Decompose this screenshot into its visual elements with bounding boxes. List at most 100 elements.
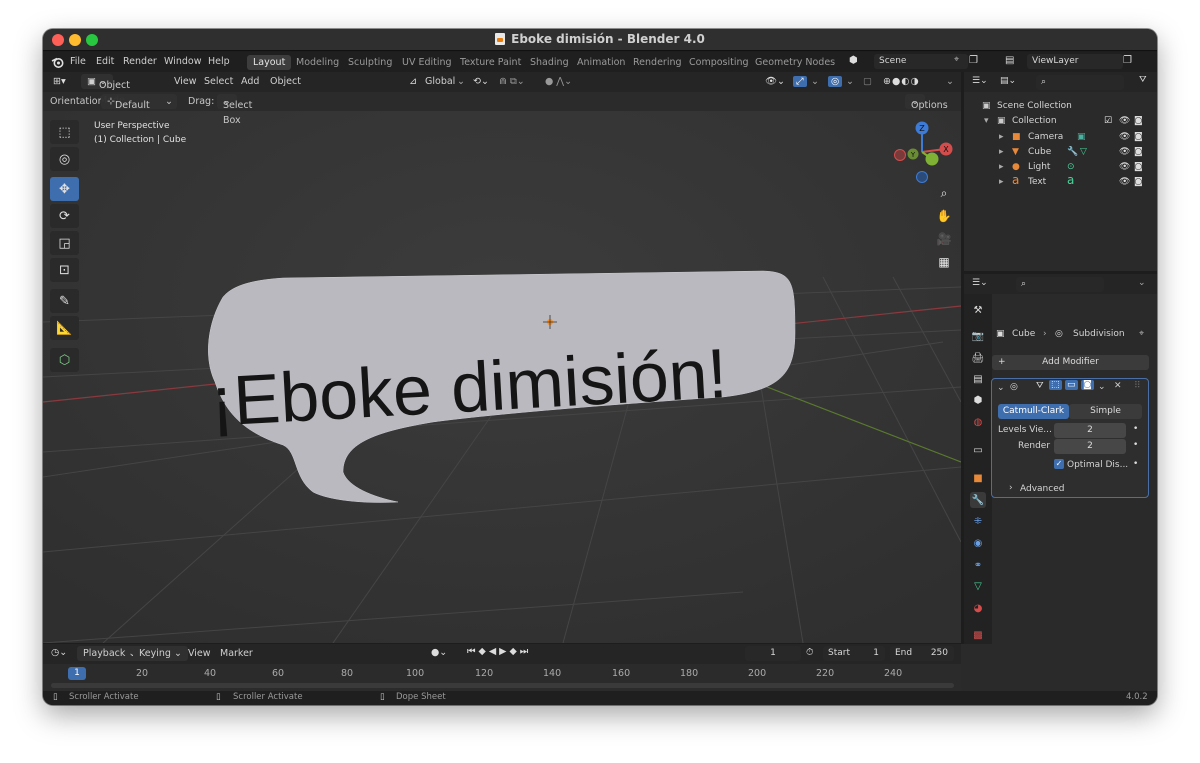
particles-tab-icon[interactable]: ⁜	[970, 513, 986, 529]
outliner-item-text[interactable]: ▸ a Text a 👁 ◙	[964, 173, 1157, 190]
physics-tab-icon[interactable]: ◉	[970, 535, 986, 551]
zoom-icon[interactable]: ⌕	[933, 182, 955, 204]
chevron-right-icon[interactable]: ▸	[999, 145, 1004, 160]
chevron-down-icon[interactable]: ⌄	[1138, 278, 1146, 288]
keyframe-dot-icon[interactable]: •	[1133, 459, 1138, 469]
snap-icon[interactable]: ⋒ ⧉⌄	[499, 76, 525, 87]
chevron-right-icon[interactable]: ›	[1009, 483, 1013, 493]
menu-help[interactable]: Help	[208, 56, 230, 67]
levels-viewport-field[interactable]: 2	[1054, 423, 1126, 438]
editor-type-icon[interactable]: ⊞▾	[53, 76, 66, 87]
transform-orientation-dropdown[interactable]: Global	[425, 76, 455, 87]
record-icon[interactable]: ●⌄	[431, 647, 447, 658]
eye-icon[interactable]: 👁	[1119, 114, 1130, 129]
cursor-tool[interactable]: ◎	[50, 147, 79, 171]
end-frame-field[interactable]: End 250	[890, 646, 954, 661]
material-tab-icon[interactable]: ◕	[970, 600, 986, 616]
filter-icon[interactable]: ⛛	[1139, 75, 1147, 85]
keyframe-dot-icon[interactable]: •	[1133, 440, 1138, 450]
outliner-collection[interactable]: ▾ ▣ Collection ☑ 👁 ◙	[964, 114, 1157, 129]
render-tab-icon[interactable]: 📷	[970, 328, 986, 344]
properties-editor-icon[interactable]: ☰⌄	[972, 278, 988, 288]
pin-icon[interactable]: ⌖	[954, 55, 959, 65]
menu-window[interactable]: Window	[164, 56, 201, 67]
tab-modeling[interactable]: Modeling	[296, 57, 339, 68]
vp-menu-object[interactable]: Object	[270, 76, 301, 87]
scale-tool[interactable]: ◲	[50, 231, 79, 255]
pan-hand-icon[interactable]: ✋	[933, 205, 955, 227]
timeline-scrollbar[interactable]	[51, 683, 954, 688]
outliner-item-light[interactable]: ▸ ● Light ⊙ 👁 ◙	[964, 160, 1157, 175]
outliner-editor-icon[interactable]: ☰⌄	[972, 76, 988, 86]
eye-icon[interactable]: 👁	[1119, 130, 1130, 145]
timeline-editor-icon[interactable]: ◷⌄	[51, 647, 67, 658]
3d-viewport[interactable]: ¡Eboke dimisión! ⊞▾ ▣ Object Mode ⌄ View…	[43, 72, 961, 643]
shading-modes-icon[interactable]: ⊕●◐◑	[883, 76, 920, 87]
keyframe-dot-icon[interactable]: •	[1133, 424, 1138, 434]
menu-render[interactable]: Render	[123, 56, 157, 67]
tab-texture-paint[interactable]: Texture Paint	[460, 57, 521, 68]
scene-tab-icon[interactable]: ⬢	[970, 392, 986, 408]
tool-tab-icon[interactable]: ⚒	[970, 302, 986, 318]
camera-view-icon[interactable]: 🎥	[933, 228, 955, 250]
outliner-scene-collection[interactable]: ▣ Scene Collection	[964, 99, 1157, 114]
transform-tool[interactable]: ⊡	[50, 258, 79, 282]
new-scene-icon[interactable]: ❐	[969, 55, 978, 66]
optimal-display-checkbox[interactable]: ✓	[1054, 459, 1064, 469]
options-dropdown[interactable]: Options ⌄	[905, 94, 948, 111]
tab-rendering[interactable]: Rendering	[633, 57, 682, 68]
menu-file[interactable]: File	[70, 56, 86, 67]
catmull-clark-tab[interactable]: Catmull-Clark	[998, 404, 1069, 419]
render-levels-field[interactable]: 2	[1054, 439, 1126, 454]
gizmo-toggle-icon[interactable]: ⤢	[793, 76, 807, 87]
constraints-tab-icon[interactable]: ⚭	[970, 557, 986, 573]
simple-tab[interactable]: Simple	[1069, 404, 1142, 419]
data-tab-icon[interactable]: ▽	[970, 578, 986, 594]
render-camera-icon[interactable]: ◙	[1134, 130, 1143, 145]
new-view-layer-icon[interactable]: ❐	[1123, 55, 1132, 66]
measure-tool[interactable]: 📐	[50, 316, 79, 340]
playback-controls-icon[interactable]: ⏮◆◀▶◆⏭	[467, 646, 531, 657]
chevron-down-icon[interactable]: ⌄	[811, 76, 819, 87]
eye-icon[interactable]: 👁	[1119, 175, 1130, 190]
tab-layout[interactable]: Layout	[247, 55, 292, 70]
pivot-icon[interactable]: ⟲⌄	[473, 76, 489, 87]
advanced-subpanel[interactable]: Advanced	[1020, 484, 1064, 494]
vp-menu-select[interactable]: Select	[204, 76, 233, 87]
add-cube-tool[interactable]: ⬡	[50, 348, 79, 372]
tab-geometry-nodes[interactable]: Geometry Nodes	[755, 57, 835, 68]
tab-animation[interactable]: Animation	[577, 57, 625, 68]
outliner-item-camera[interactable]: ▸ ■ Camera ▣ 👁 ◙	[964, 130, 1157, 145]
select-box-tool[interactable]: ⬚	[50, 120, 79, 144]
render-camera-icon[interactable]: ◙	[1134, 175, 1143, 190]
output-tab-icon[interactable]: 🖨	[970, 350, 986, 366]
outliner-item-cube[interactable]: ▸ ▼ Cube 🔧 ▽ 👁 ◙	[964, 145, 1157, 160]
chevron-right-icon[interactable]: ▸	[999, 175, 1004, 190]
playhead[interactable]: 1	[68, 667, 86, 680]
annotate-tool[interactable]: ✎	[50, 289, 79, 313]
marker-menu[interactable]: Marker	[220, 648, 253, 659]
render-camera-icon[interactable]: ◙	[1134, 114, 1143, 129]
edit-mode-toggle-icon[interactable]: ⬚	[1049, 380, 1062, 390]
display-mode-icon[interactable]: ▤⌄	[1000, 76, 1016, 86]
menu-edit[interactable]: Edit	[96, 56, 114, 67]
render-camera-icon[interactable]: ◙	[1134, 160, 1143, 175]
eye-icon[interactable]: 👁	[1119, 160, 1130, 175]
properties-search-input[interactable]: ⌕	[1016, 277, 1104, 292]
render-toggle-icon[interactable]: ◙	[1081, 380, 1094, 390]
tab-compositing[interactable]: Compositing	[689, 57, 749, 68]
chevron-down-icon[interactable]: ⌄	[946, 76, 954, 87]
eye-icon[interactable]: 👁	[1119, 145, 1130, 160]
start-frame-field[interactable]: Start 1	[823, 646, 885, 661]
transform-orientation-icon[interactable]: ⊿	[409, 76, 417, 87]
modifier-tab-icon[interactable]: 🔧	[970, 492, 986, 508]
chevron-down-icon[interactable]: ⌄	[1098, 382, 1106, 392]
vp-menu-view[interactable]: View	[174, 76, 197, 87]
tab-shading[interactable]: Shading	[530, 57, 569, 68]
object-tab-icon[interactable]: ■	[970, 470, 986, 486]
outliner-search-input[interactable]: ⌕	[1036, 75, 1124, 90]
chevron-right-icon[interactable]: ▸	[999, 160, 1004, 175]
remove-modifier-icon[interactable]: ✕	[1114, 381, 1122, 391]
drag-handle-icon[interactable]: ⠿	[1134, 381, 1141, 391]
ortho-grid-icon[interactable]: ▦	[933, 251, 955, 273]
